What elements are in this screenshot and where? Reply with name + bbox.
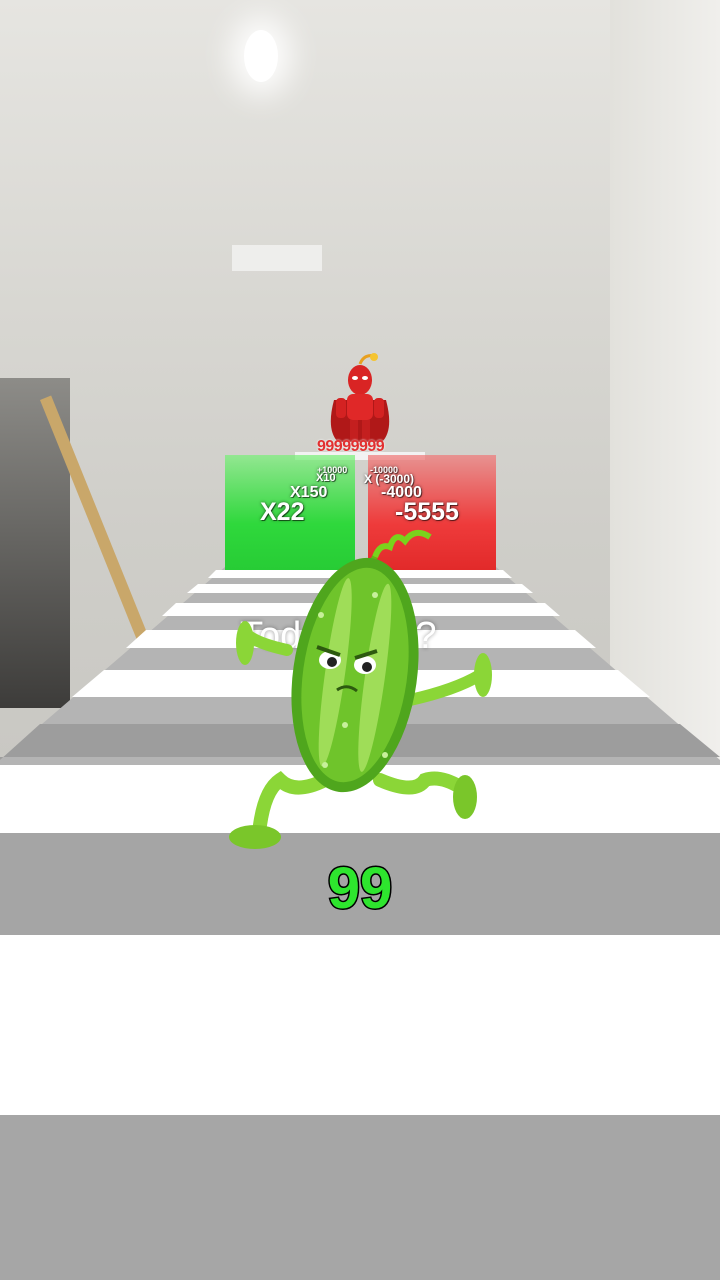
gate-label-red-1: -5555 [395,498,459,526]
game-scene: +10000 X10 X150 X22 -10000 X (-3000) -40… [0,0,720,1280]
gate-label-green-3: X10 [316,472,336,484]
runway-stripe-gray [0,1115,720,1280]
player-score: 99 [326,855,394,923]
runway-stripe-white [0,935,720,1115]
chili-hero-icon [330,353,390,442]
cucumber-character-icon[interactable] [225,525,495,855]
boss-score: 99999999 [317,438,385,455]
gate-label-green-1: X22 [260,498,305,526]
